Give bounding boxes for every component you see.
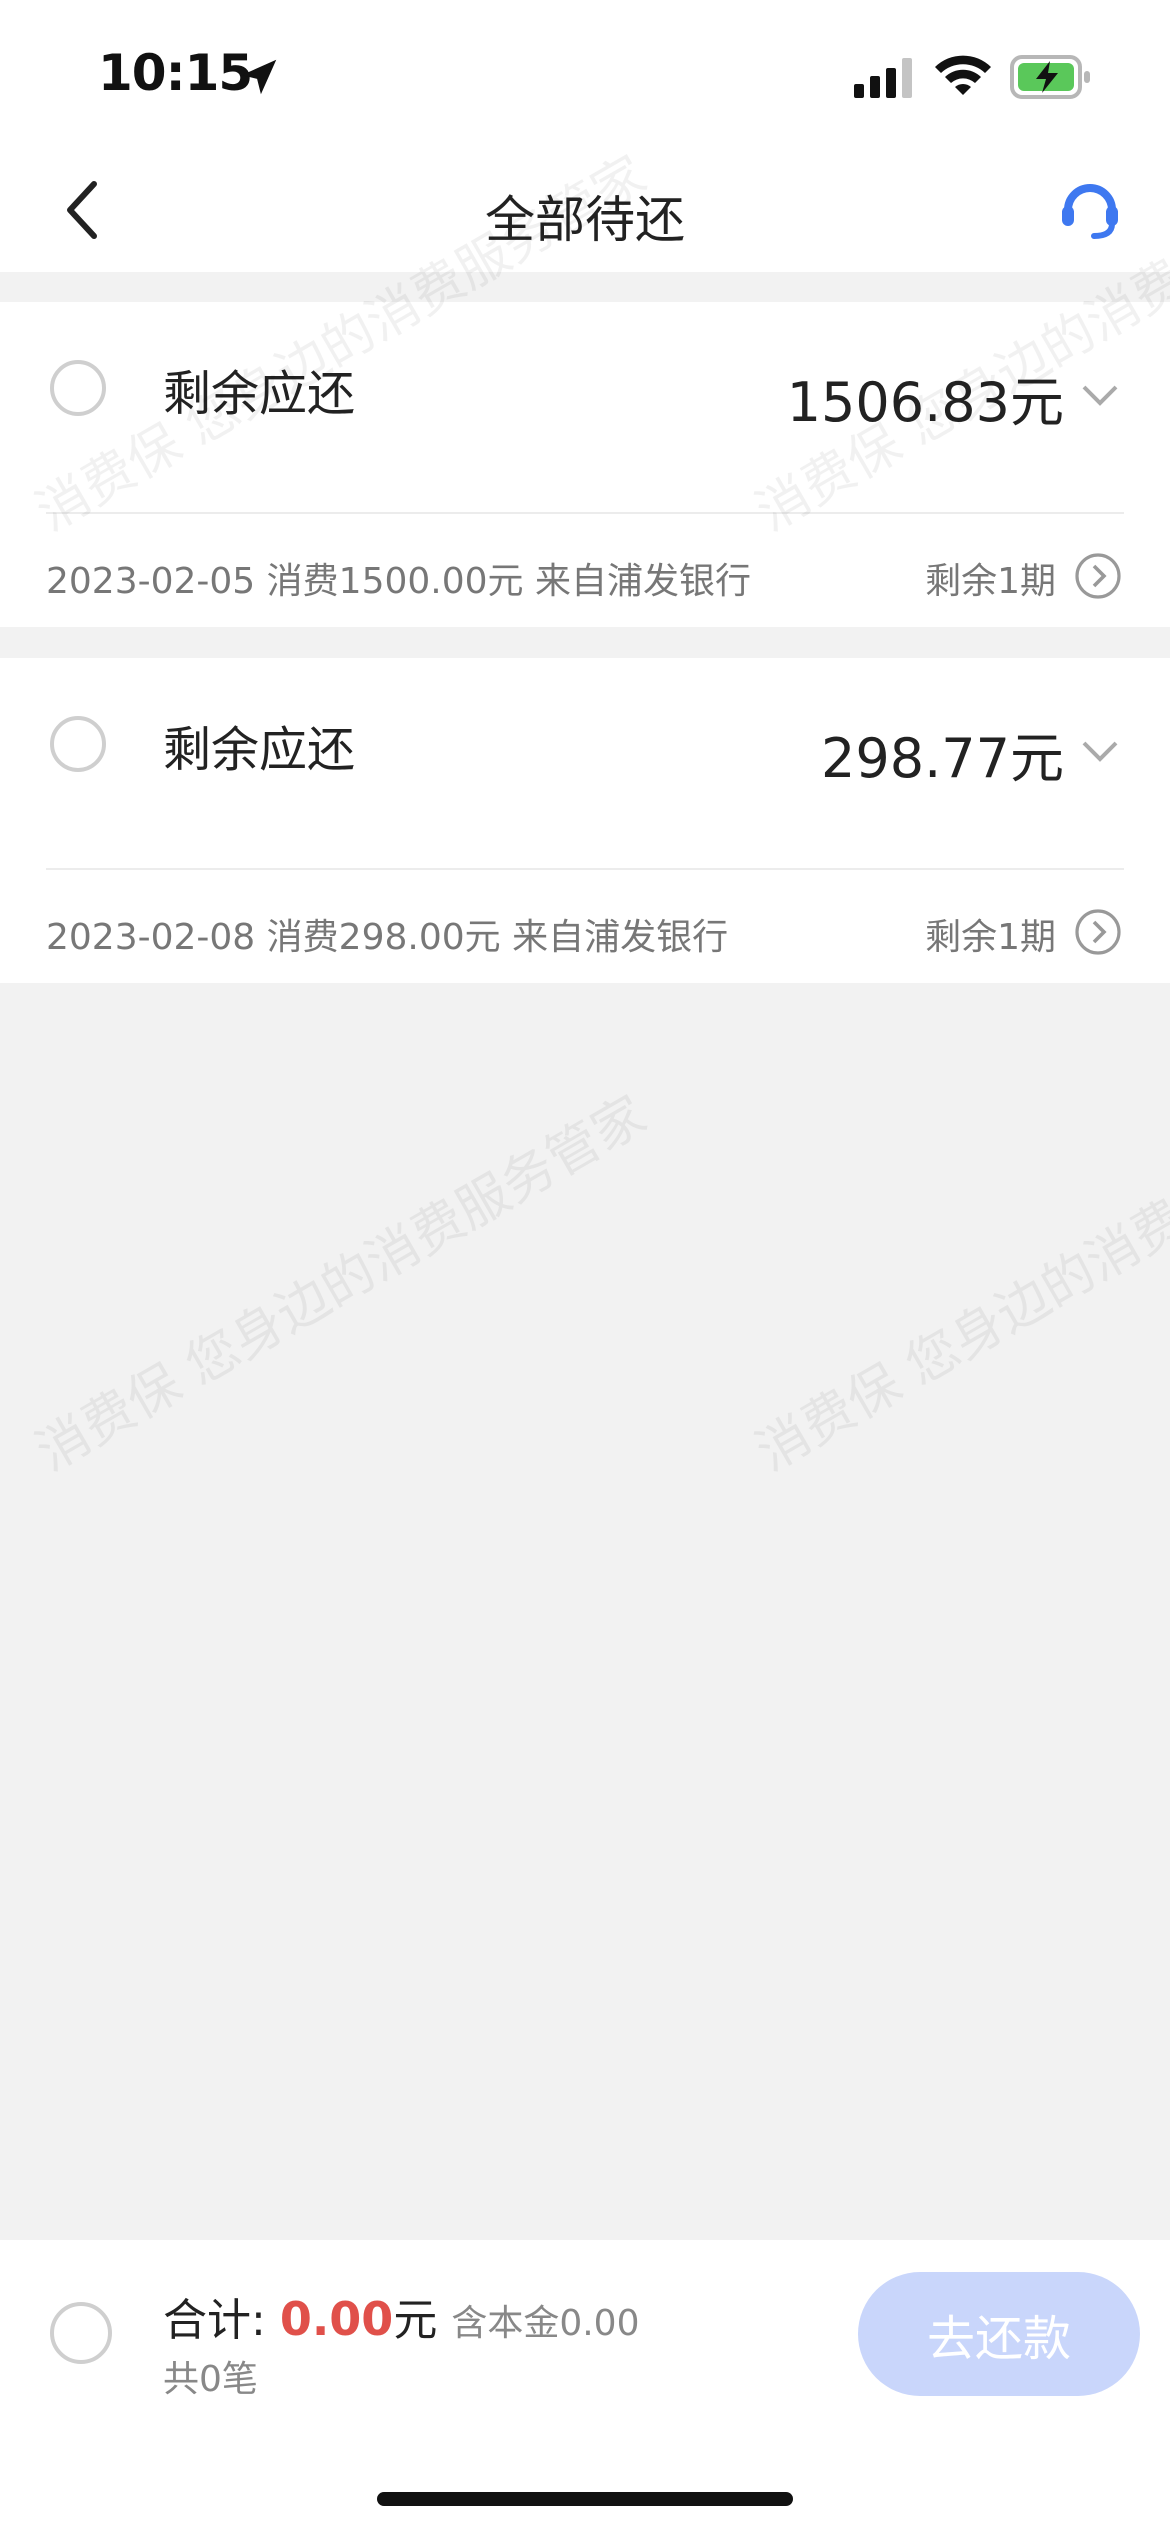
divider xyxy=(46,512,1124,514)
total-line: 合计: 0.00元 含本金0.00 xyxy=(163,2284,639,2348)
remaining-label: 剩余应还 xyxy=(163,366,356,422)
select-all-radio[interactable] xyxy=(50,2302,112,2364)
remaining-label: 剩余应还 xyxy=(163,722,356,778)
remaining-periods: 剩余1期 xyxy=(925,561,1056,602)
loan-detail: 2023-02-08 消费298.00元 来自浦发银行 xyxy=(46,917,729,958)
circle-chevron-right-icon[interactable] xyxy=(1074,552,1122,600)
wifi-icon xyxy=(935,55,991,95)
footer-bar: 合计: 0.00元 含本金0.00 共0笔 去还款 xyxy=(0,2240,1170,2532)
location-arrow-icon xyxy=(241,59,277,95)
circle-chevron-right-icon[interactable] xyxy=(1074,908,1122,956)
cellular-signal-icon xyxy=(854,58,912,98)
select-radio[interactable] xyxy=(50,716,106,772)
chevron-down-icon[interactable] xyxy=(1080,380,1120,410)
home-indicator xyxy=(377,2492,793,2506)
customer-service-headset-icon[interactable] xyxy=(1058,172,1122,242)
loan-card[interactable]: 剩余应还 1506.83元 2023-02-05 消费1500.00元 来自浦发… xyxy=(0,302,1170,627)
chevron-down-icon[interactable] xyxy=(1080,736,1120,766)
total-value: 0.00 xyxy=(279,2292,394,2346)
total-label: 合计: xyxy=(163,2295,280,2346)
status-bar: 10:15 xyxy=(0,0,1170,150)
selected-count: 共0笔 xyxy=(163,2359,258,2400)
nav-bar: 全部待还 xyxy=(0,150,1170,272)
loan-card[interactable]: 剩余应还 298.77元 2023-02-08 消费298.00元 来自浦发银行… xyxy=(0,658,1170,983)
remaining-amount: 298.77元 xyxy=(821,727,1064,790)
total-unit: 元 xyxy=(393,2295,438,2346)
remaining-amount: 1506.83元 xyxy=(786,371,1064,434)
status-time: 10:15 xyxy=(98,44,253,102)
watermark: 消费保 您身边的消费服务管家 xyxy=(26,1084,657,1484)
select-radio[interactable] xyxy=(50,360,106,416)
repay-button[interactable]: 去还款 xyxy=(858,2272,1140,2396)
page-title: 全部待还 xyxy=(485,191,685,249)
divider xyxy=(46,868,1124,870)
remaining-periods: 剩余1期 xyxy=(925,917,1056,958)
watermark: 消费保 您身边的消费服务管家 xyxy=(746,1084,1170,1484)
principal-text: 含本金0.00 xyxy=(451,2303,640,2344)
battery-charging-icon xyxy=(1010,55,1090,99)
loan-detail: 2023-02-05 消费1500.00元 来自浦发银行 xyxy=(46,561,751,602)
